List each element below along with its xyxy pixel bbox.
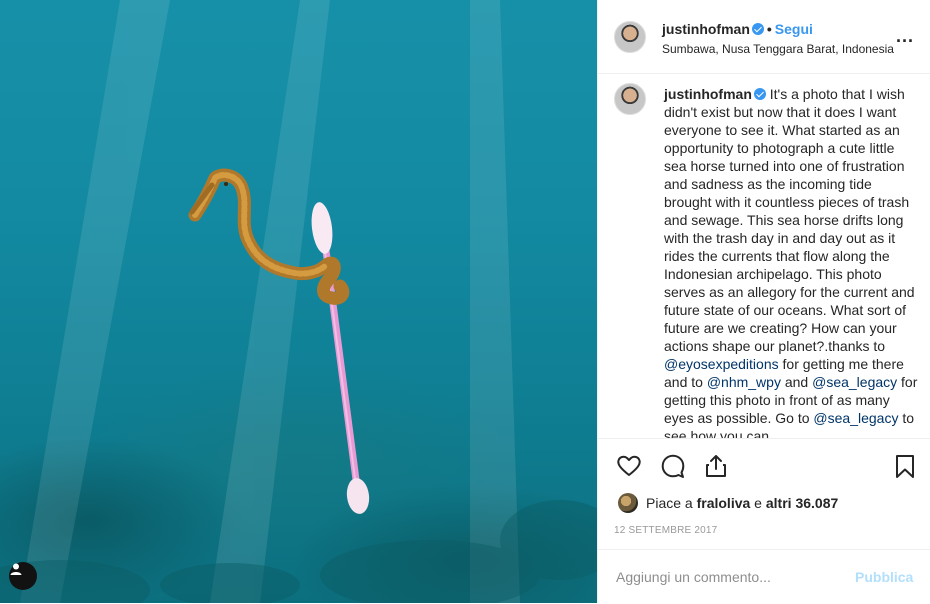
post-location[interactable]: Sumbawa, Nusa Tenggara Barat, Indonesia [662,42,894,56]
heart-icon[interactable] [616,453,642,479]
verified-badge-icon [751,23,764,35]
post-side-panel: justinhofman • Segui Sumbawa, Nusa Tenggar… [597,0,930,603]
comment-icon[interactable] [660,453,686,479]
share-icon[interactable] [703,453,729,479]
author-line: justinhofman • Segui [662,21,813,37]
separator-dot: • [766,21,772,37]
likes-count-link[interactable]: altri 36.087 [766,495,838,511]
mention-link[interactable]: @sea_legacy [812,374,897,390]
mention-link[interactable]: @eyosexpeditions [664,356,779,372]
caption-verified-badge-icon [753,88,766,100]
author-username[interactable]: justinhofman [662,21,750,37]
caption-text: justinhofman It's a photo that I wish di… [664,85,920,438]
more-options-icon[interactable]: ... [896,26,914,47]
caption-body: and [780,374,813,390]
tag-user-icon[interactable] [9,562,37,590]
post-actions: Piace a fraloliva e altri 36.087 12 SETT… [598,438,930,603]
post-header: justinhofman • Segui Sumbawa, Nusa Tenggar… [598,0,930,74]
post-photo[interactable] [0,0,597,603]
comment-input[interactable]: Aggiungi un commento... [616,569,771,585]
caption-body: It's a photo that I wish didn't exist bu… [664,86,915,354]
cotton-swab [311,202,370,514]
caption-username[interactable]: justinhofman [664,86,752,102]
likes-text: Piace a fraloliva e altri 36.087 [646,495,839,511]
mention-link[interactable]: @nhm_wpy [707,374,781,390]
author-avatar[interactable] [614,21,646,53]
bookmark-icon[interactable] [892,453,918,479]
caption-author-avatar[interactable] [614,83,646,115]
liker-username[interactable]: fraloliva [697,495,751,511]
seahorse-photo-illustration [0,0,597,603]
liker-avatar[interactable] [618,493,638,513]
mention-link[interactable]: @sea_legacy [813,410,898,426]
comment-bar: Aggiungi un commento... Pubblica [598,549,930,604]
publish-comment-button[interactable]: Pubblica [855,569,913,585]
post-date[interactable]: 12 SETTEMBRE 2017 [614,525,717,536]
follow-button[interactable]: Segui [775,21,813,37]
caption-section: justinhofman It's a photo that I wish di… [598,74,930,438]
